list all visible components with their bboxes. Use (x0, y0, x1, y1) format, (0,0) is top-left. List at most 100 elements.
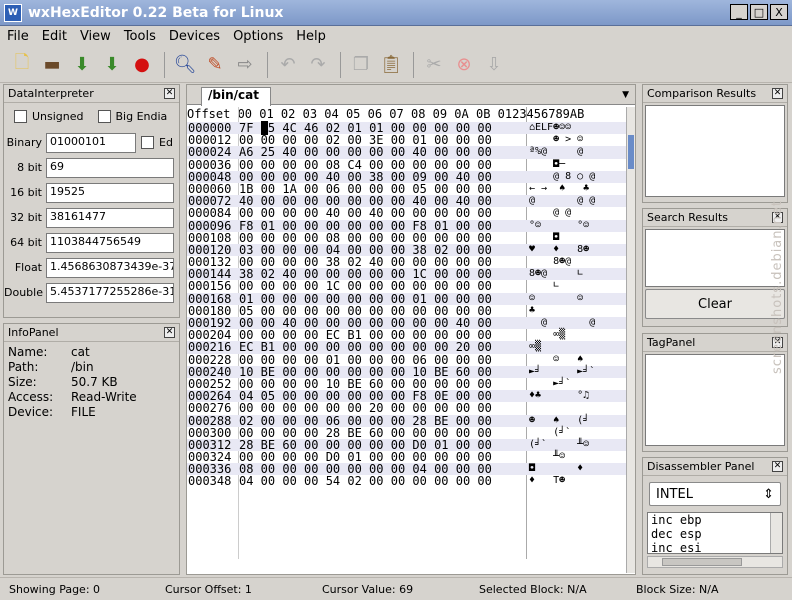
row-text[interactable]: ◘ (529, 232, 559, 244)
hex-row[interactable]: 000276 00 00 00 00 00 00 20 00 00 00 00 0… (187, 402, 627, 414)
paste-icon[interactable]: 📋︎ (377, 51, 405, 79)
row-text[interactable]: ♦ T☻ (529, 475, 565, 487)
row-text[interactable]: ☺ ♠ (529, 354, 583, 366)
row-text[interactable]: ← → ♠ ♣ (529, 183, 589, 195)
row-text[interactable]: ∟ (529, 280, 559, 292)
close-icon[interactable]: ✕ (164, 327, 175, 338)
save-icon[interactable]: ⬇ (68, 51, 96, 79)
close-icon[interactable]: ✕ (772, 461, 783, 472)
menu-view[interactable]: View (73, 29, 117, 44)
delete-icon[interactable]: ⊗ (450, 51, 478, 79)
tag-list[interactable] (645, 354, 785, 446)
row-text[interactable]: ☺ ☺ (529, 293, 583, 305)
menu-edit[interactable]: Edit (35, 29, 73, 44)
redo-icon[interactable]: ↷ (304, 51, 332, 79)
hex-row[interactable]: 000024 A6 25 40 00 00 00 00 00 40 00 00 0… (187, 146, 627, 159)
row-text[interactable]: 8☻@ ∟ (529, 268, 583, 280)
16bit-field[interactable]: 19525 (46, 182, 174, 203)
comparison-list[interactable] (645, 105, 785, 197)
row-text[interactable]: ∞▒ (529, 329, 565, 341)
save-as-icon[interactable]: ⬇ (98, 51, 126, 79)
row-text[interactable]: ╨☺ (529, 451, 565, 463)
row-text[interactable]: °☺ °☺ (529, 220, 589, 232)
tab-bin-cat[interactable]: /bin/cat (201, 87, 271, 106)
hex-row[interactable]: 000084 00 00 00 00 40 00 40 00 00 00 00 0… (187, 207, 627, 219)
row-hex-bytes[interactable]: A6 25 40 00 00 00 00 00 40 00 00 00 (239, 146, 492, 158)
maximize-button[interactable]: □ (750, 4, 768, 20)
float-field[interactable]: 1.4568630873439e-37 (46, 257, 174, 278)
edit-checkbox[interactable] (141, 136, 154, 149)
hex-row[interactable]: 000216 EC B1 00 00 00 00 00 00 00 00 20 0… (187, 341, 627, 354)
menu-help[interactable]: Help (289, 29, 332, 44)
unsigned-checkbox[interactable] (14, 110, 27, 123)
close-icon[interactable]: ✕ (772, 88, 783, 99)
close-button[interactable]: X (770, 4, 788, 20)
row-text[interactable]: @ @ @ (529, 195, 595, 207)
row-text[interactable]: (╛` ╨☺ (529, 439, 589, 451)
copy-icon[interactable]: ❐ (347, 51, 375, 79)
64bit-field[interactable]: 1103844756549 (46, 232, 174, 253)
binary-field[interactable]: 01000101 (46, 132, 136, 153)
horizontal-scrollbar[interactable] (647, 556, 783, 568)
close-file-icon[interactable]: ● (128, 51, 156, 79)
hex-row[interactable]: 000036 00 00 00 00 08 C4 00 00 00 00 00 0… (187, 158, 627, 171)
row-text[interactable]: @ 8 ○ @ (529, 171, 595, 183)
row-text[interactable]: ☻ ♠ (╛ (529, 415, 589, 427)
row-hex-bytes[interactable]: F8 01 00 00 00 00 00 00 F8 01 00 00 (239, 219, 492, 231)
hex-row[interactable]: 000156 00 00 00 00 1C 00 00 00 00 00 00 0… (187, 280, 627, 292)
scroll-thumb[interactable] (662, 558, 742, 566)
hex-row[interactable]: 000168 01 00 00 00 00 00 00 00 01 00 00 0… (187, 292, 627, 305)
row-hex-bytes[interactable]: 02 00 00 00 06 00 00 00 28 BE 00 00 (239, 414, 492, 426)
row-hex-bytes[interactable]: 00 00 00 00 08 C4 00 00 00 00 00 00 (239, 158, 492, 170)
8bit-field[interactable]: 69 (46, 157, 174, 178)
row-text[interactable]: ►╛` (529, 378, 571, 390)
row-text[interactable]: ♥ ♦ 8☻ (529, 244, 589, 256)
search-results-list[interactable] (645, 229, 785, 287)
find-replace-icon[interactable]: ✎ (201, 51, 229, 79)
row-text[interactable]: @ @ (529, 207, 571, 219)
row-hex-bytes[interactable]: EC B1 00 00 00 00 00 00 00 00 20 00 (239, 341, 492, 353)
menu-devices[interactable]: Devices (162, 29, 226, 44)
hex-row[interactable]: 000228 00 00 00 00 01 00 00 00 06 00 00 0… (187, 353, 627, 366)
row-hex-bytes[interactable]: 00 00 00 00 00 00 20 00 00 00 00 00 (239, 402, 492, 414)
goto-offset-icon[interactable]: ⇨ (231, 51, 259, 79)
clear-button[interactable]: Clear (645, 289, 785, 319)
row-text[interactable]: ª%@ @ (529, 146, 583, 158)
undo-icon[interactable]: ↶ (274, 51, 302, 79)
row-text[interactable]: ♣ (529, 305, 535, 317)
vertical-scrollbar[interactable] (770, 513, 782, 553)
row-text[interactable]: (╛` (529, 427, 571, 439)
row-text[interactable]: ☻ > ☺ (529, 134, 583, 146)
menu-options[interactable]: Options (226, 29, 289, 44)
close-icon[interactable]: ✕ (164, 88, 175, 99)
cut-icon[interactable]: ✂ (420, 51, 448, 79)
row-text[interactable]: ◘ ♦ (529, 463, 583, 475)
row-text[interactable]: ♦♣ °♫ (529, 390, 589, 402)
vertical-scrollbar[interactable] (626, 107, 635, 573)
hex-row[interactable]: 000096 F8 01 00 00 00 00 00 00 F8 01 00 0… (187, 219, 627, 232)
tab-list-icon[interactable]: ▼ (622, 90, 629, 100)
row-hex-bytes[interactable]: 00 00 00 00 1C 00 00 00 00 00 00 00 (239, 280, 492, 292)
row-text[interactable]: ◘─ (529, 159, 565, 171)
find-icon[interactable]: 🔍︎ (171, 51, 199, 79)
double-field[interactable]: 5.4537177255286e-31 (46, 282, 174, 303)
row-text[interactable]: ⌂ELF☻☺☺ (529, 122, 571, 134)
row-hex-bytes[interactable]: 00 00 00 00 01 00 00 00 06 00 00 00 (239, 353, 492, 365)
row-text[interactable]: ►╛ ►╛` (529, 366, 595, 378)
arch-select[interactable]: INTEL ⇕ (649, 482, 781, 506)
disassembly-list[interactable]: inc ebp dec esp inc esi (647, 512, 783, 555)
insert-icon[interactable]: ⇩ (480, 51, 508, 79)
minimize-button[interactable]: _ (730, 4, 748, 20)
hex-rows[interactable]: 000000 7F 45 4C 46 02 01 01 00 00 00 00 0… (187, 121, 627, 488)
big-endian-checkbox[interactable] (97, 110, 111, 123)
new-file-icon[interactable]: 🗋 (8, 51, 36, 79)
open-icon[interactable]: ▬ (38, 51, 66, 79)
scroll-thumb[interactable] (628, 135, 634, 169)
menu-tools[interactable]: Tools (117, 29, 162, 44)
row-hex-bytes[interactable]: 00 00 00 00 40 00 40 00 00 00 00 00 (239, 207, 492, 219)
row-hex-bytes[interactable]: 04 00 00 00 54 02 00 00 00 00 00 00 (239, 475, 492, 487)
hex-row[interactable]: 000348 04 00 00 00 54 02 00 00 00 00 00 0… (187, 475, 627, 487)
menu-file[interactable]: File (0, 29, 35, 44)
row-hex-bytes[interactable]: 01 00 00 00 00 00 00 00 01 00 00 00 (239, 292, 492, 304)
row-text[interactable]: @ @ (529, 317, 595, 329)
